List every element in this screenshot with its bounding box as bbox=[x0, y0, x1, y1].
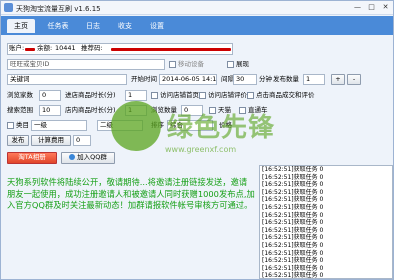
app-window: 天狗淘宝流量互刷 v1.6.15 — □ ✕ 主页 任务表 日志 收支 设置 账… bbox=[0, 0, 394, 280]
tab-log[interactable]: 日志 bbox=[79, 19, 107, 33]
app-icon bbox=[4, 3, 13, 12]
watermark-url: www.greenxf.com bbox=[165, 145, 237, 154]
publish-count-input[interactable]: 1 bbox=[303, 74, 325, 85]
account-row: 账户: 余额: 10441 推荐码: bbox=[1, 43, 393, 55]
album-button[interactable]: 淘TA相册 bbox=[7, 152, 57, 164]
category-label: 类目 bbox=[16, 121, 29, 129]
click-review-checkbox[interactable] bbox=[247, 92, 254, 99]
minus-button[interactable]: - bbox=[347, 74, 361, 85]
watermark-logo-icon bbox=[111, 101, 161, 151]
log-line: [16:52:51]获取任务 0 bbox=[262, 219, 324, 227]
log-line: [16:52:51]获取任务 0 bbox=[262, 272, 324, 279]
interval-input[interactable]: 30 bbox=[233, 74, 257, 85]
plus-button[interactable]: + bbox=[331, 74, 345, 85]
wangwang-id-input[interactable]: 旺旺或宝贝ID bbox=[7, 59, 165, 70]
visit-home-label: 访问店铺首页 bbox=[160, 91, 199, 99]
log-line: [16:52:51]获取任务 0 bbox=[262, 234, 324, 242]
log-line: [16:52:51]获取任务 0 bbox=[262, 241, 324, 249]
watermark-brand: 绿色先锋 bbox=[167, 113, 276, 143]
publish-button[interactable]: 发布 bbox=[7, 135, 29, 146]
visit-home-checkbox[interactable] bbox=[151, 92, 158, 99]
tab-income[interactable]: 收支 bbox=[111, 19, 139, 33]
mobile-device-label: 移动设备 bbox=[178, 60, 204, 68]
balance-value: 10441 bbox=[55, 44, 76, 52]
account-label: 账户: bbox=[9, 44, 25, 52]
log-line: [16:52:51]获取任务 0 bbox=[262, 249, 324, 257]
start-time-label: 开始时间 bbox=[131, 75, 157, 83]
tab-settings[interactable]: 设置 bbox=[143, 19, 171, 33]
balance-label: 余额: bbox=[37, 44, 53, 52]
minutes-label: 分钟 bbox=[259, 75, 272, 83]
redacted-account bbox=[25, 48, 35, 51]
search-range-label: 搜索范围 bbox=[7, 106, 33, 114]
keyword-input[interactable]: 关键词 bbox=[7, 74, 127, 85]
watermark: 绿色先锋 www.greenxf.com bbox=[111, 101, 291, 171]
log-line: [16:52:51]获取任务 0 bbox=[262, 181, 324, 189]
start-time-input[interactable]: 2014-06-05 14:14 bbox=[159, 74, 217, 85]
tab-task-table[interactable]: 任务表 bbox=[41, 19, 75, 33]
log-line: [16:52:51]获取任务 0 bbox=[262, 203, 324, 211]
notice-text: 天狗系列软件将陆续公开，敬请期待...将邀请注册链接发送，邀请朋友一起使用，成功… bbox=[7, 177, 255, 211]
join-qq-label: 加入QQ群 bbox=[77, 153, 107, 161]
close-button[interactable]: ✕ bbox=[379, 3, 392, 12]
redacted-referrer bbox=[111, 48, 231, 51]
minimize-button[interactable]: — bbox=[351, 3, 364, 12]
publish-count-label: 发布数量 bbox=[273, 75, 299, 83]
in-shop-time-label: 进店商品时长(分) bbox=[65, 91, 116, 99]
mobile-device-checkbox[interactable] bbox=[169, 61, 176, 68]
log-line: [16:52:51]获取任务 0 bbox=[262, 196, 324, 204]
log-line: [16:52:51]获取任务 0 bbox=[262, 257, 324, 265]
level1-select[interactable]: 一级 bbox=[31, 120, 87, 131]
join-qq-button[interactable]: 加入QQ群 bbox=[61, 152, 115, 164]
expand-checkbox[interactable] bbox=[227, 61, 234, 68]
keyword-label: 关键词 bbox=[10, 75, 30, 83]
category-checkbox[interactable] bbox=[7, 122, 14, 129]
tab-home[interactable]: 主页 bbox=[7, 19, 35, 33]
window-title: 天狗淘宝流量互刷 v1.6.15 bbox=[16, 5, 101, 13]
in-shop-time-input[interactable]: 1 bbox=[125, 90, 147, 101]
log-list[interactable]: [16:52:51]获取任务 0 [16:52:51]获取任务 0 [16:52:5… bbox=[259, 165, 393, 279]
referrer-label: 推荐码: bbox=[81, 44, 103, 52]
click-review-label: 点击商品成交和评价 bbox=[256, 91, 315, 99]
tab-bar: 主页 任务表 日志 收支 设置 bbox=[1, 16, 393, 35]
browse-count-label: 浏览家数 bbox=[7, 91, 33, 99]
fee-value: 0 bbox=[73, 135, 91, 146]
visit-review-checkbox[interactable] bbox=[199, 92, 206, 99]
maximize-button[interactable]: □ bbox=[365, 3, 378, 12]
expand-label: 展现 bbox=[236, 60, 249, 68]
search-range-input[interactable]: 10 bbox=[39, 105, 61, 116]
browse-count-input[interactable]: 0 bbox=[39, 90, 61, 101]
visit-review-label: 访问店铺评价 bbox=[208, 91, 247, 99]
store-time-label: 店内商品时长(分) bbox=[65, 106, 116, 114]
title-bar: 天狗淘宝流量互刷 v1.6.15 — □ ✕ bbox=[1, 1, 393, 15]
calc-fee-button[interactable]: 计算费用 bbox=[31, 135, 71, 146]
qq-icon bbox=[69, 154, 76, 160]
